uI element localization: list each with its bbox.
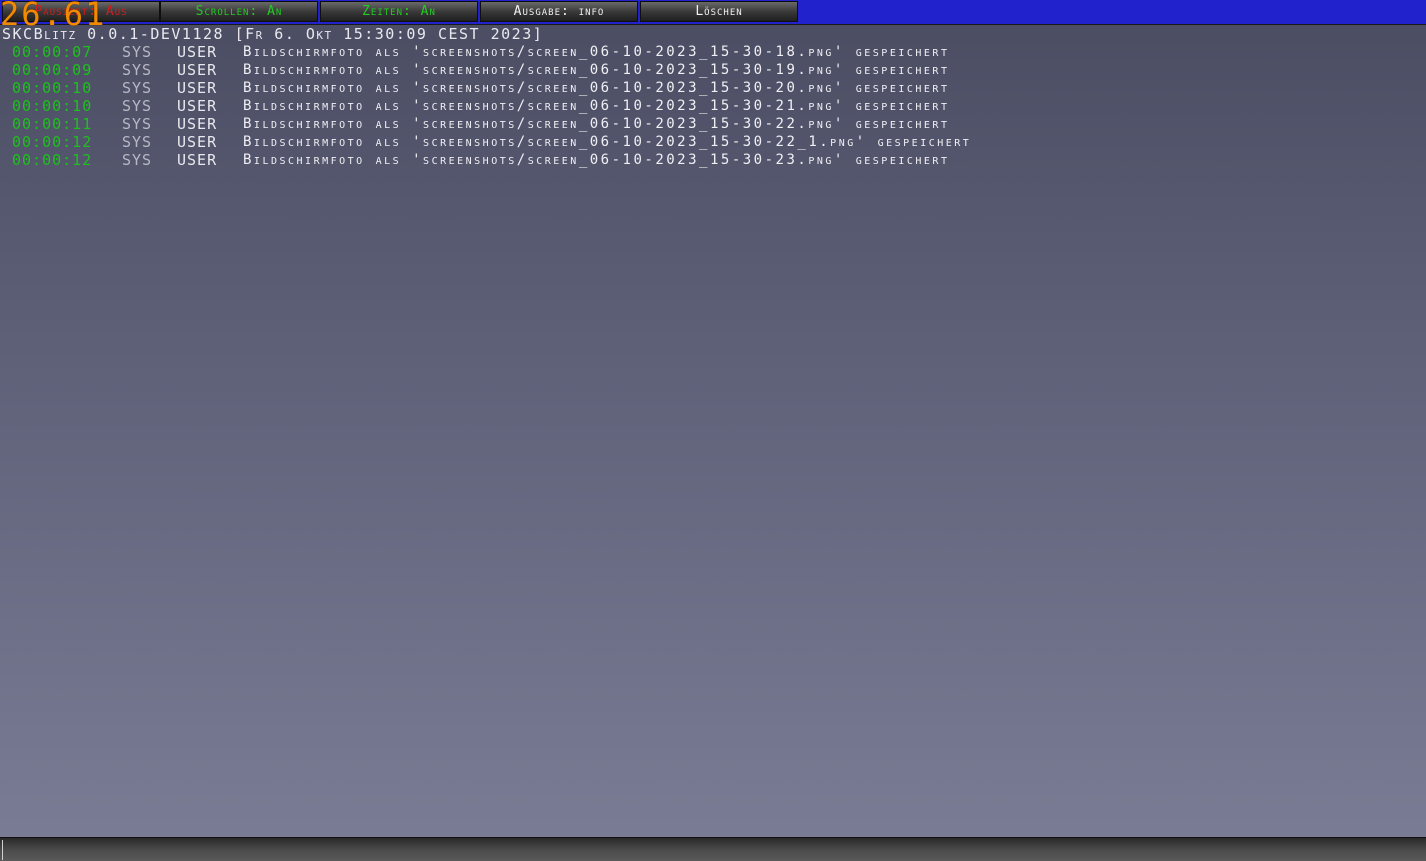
log-level: USER bbox=[177, 133, 218, 151]
clear-button[interactable]: Löschen bbox=[640, 1, 798, 22]
log-time: 00:00:09 bbox=[12, 61, 93, 79]
log-entry: 00:00:10 SYS USER Bildschirmfoto als 'sc… bbox=[0, 79, 1426, 97]
log-level: USER bbox=[177, 43, 218, 61]
log-time: 00:00:12 bbox=[12, 151, 93, 169]
log-source: SYS bbox=[122, 43, 153, 61]
log-message: Bildschirmfoto als 'screenshots/screen_0… bbox=[243, 116, 950, 132]
log-source: SYS bbox=[122, 151, 153, 169]
log-time: 00:00:07 bbox=[12, 43, 93, 61]
log-time: 00:00:10 bbox=[12, 97, 93, 115]
output-level-button[interactable]: Ausgabe: info bbox=[480, 1, 638, 22]
log-message: Bildschirmfoto als 'screenshots/screen_0… bbox=[243, 80, 950, 96]
log-entry: 00:00:07 SYS USER Bildschirmfoto als 'sc… bbox=[0, 43, 1426, 61]
log-level: USER bbox=[177, 151, 218, 169]
log-time: 00:00:12 bbox=[12, 133, 93, 151]
log-source: SYS bbox=[122, 61, 153, 79]
log-entry: 00:00:12 SYS USER Bildschirmfoto als 'sc… bbox=[0, 133, 1426, 151]
log-entry: 00:00:10 SYS USER Bildschirmfoto als 'sc… bbox=[0, 97, 1426, 115]
log-entry: 00:00:11 SYS USER Bildschirmfoto als 'sc… bbox=[0, 115, 1426, 133]
log-message: Bildschirmfoto als 'screenshots/screen_0… bbox=[243, 98, 950, 114]
console-log: 00:00:07 SYS USER Bildschirmfoto als 'sc… bbox=[0, 43, 1426, 169]
log-entry: 00:00:12 SYS USER Bildschirmfoto als 'sc… bbox=[0, 151, 1426, 169]
log-source: SYS bbox=[122, 97, 153, 115]
console-toolbar: Pausiert: Aus Scrollen: An Zeiten: An Au… bbox=[0, 0, 1426, 25]
log-time: 00:00:11 bbox=[12, 115, 93, 133]
log-level: USER bbox=[177, 61, 218, 79]
log-entry: 00:00:09 SYS USER Bildschirmfoto als 'sc… bbox=[0, 61, 1426, 79]
log-message: Bildschirmfoto als 'screenshots/screen_0… bbox=[243, 44, 950, 60]
log-message: Bildschirmfoto als 'screenshots/screen_0… bbox=[243, 152, 950, 168]
command-input[interactable] bbox=[2, 840, 1426, 860]
log-level: USER bbox=[177, 115, 218, 133]
log-source: SYS bbox=[122, 115, 153, 133]
scroll-toggle-button[interactable]: Scrollen: An bbox=[160, 1, 318, 22]
version-line: SKCBlitz 0.0.1-DEV1128 [Fr 6. Okt 15:30:… bbox=[2, 25, 544, 43]
log-source: SYS bbox=[122, 133, 153, 151]
log-message: Bildschirmfoto als 'screenshots/screen_0… bbox=[243, 62, 950, 78]
log-message: Bildschirmfoto als 'screenshots/screen_0… bbox=[243, 134, 972, 150]
log-source: SYS bbox=[122, 79, 153, 97]
command-input-bar bbox=[0, 837, 1426, 861]
times-toggle-button[interactable]: Zeiten: An bbox=[320, 1, 478, 22]
log-level: USER bbox=[177, 79, 218, 97]
log-level: USER bbox=[177, 97, 218, 115]
log-time: 00:00:10 bbox=[12, 79, 93, 97]
